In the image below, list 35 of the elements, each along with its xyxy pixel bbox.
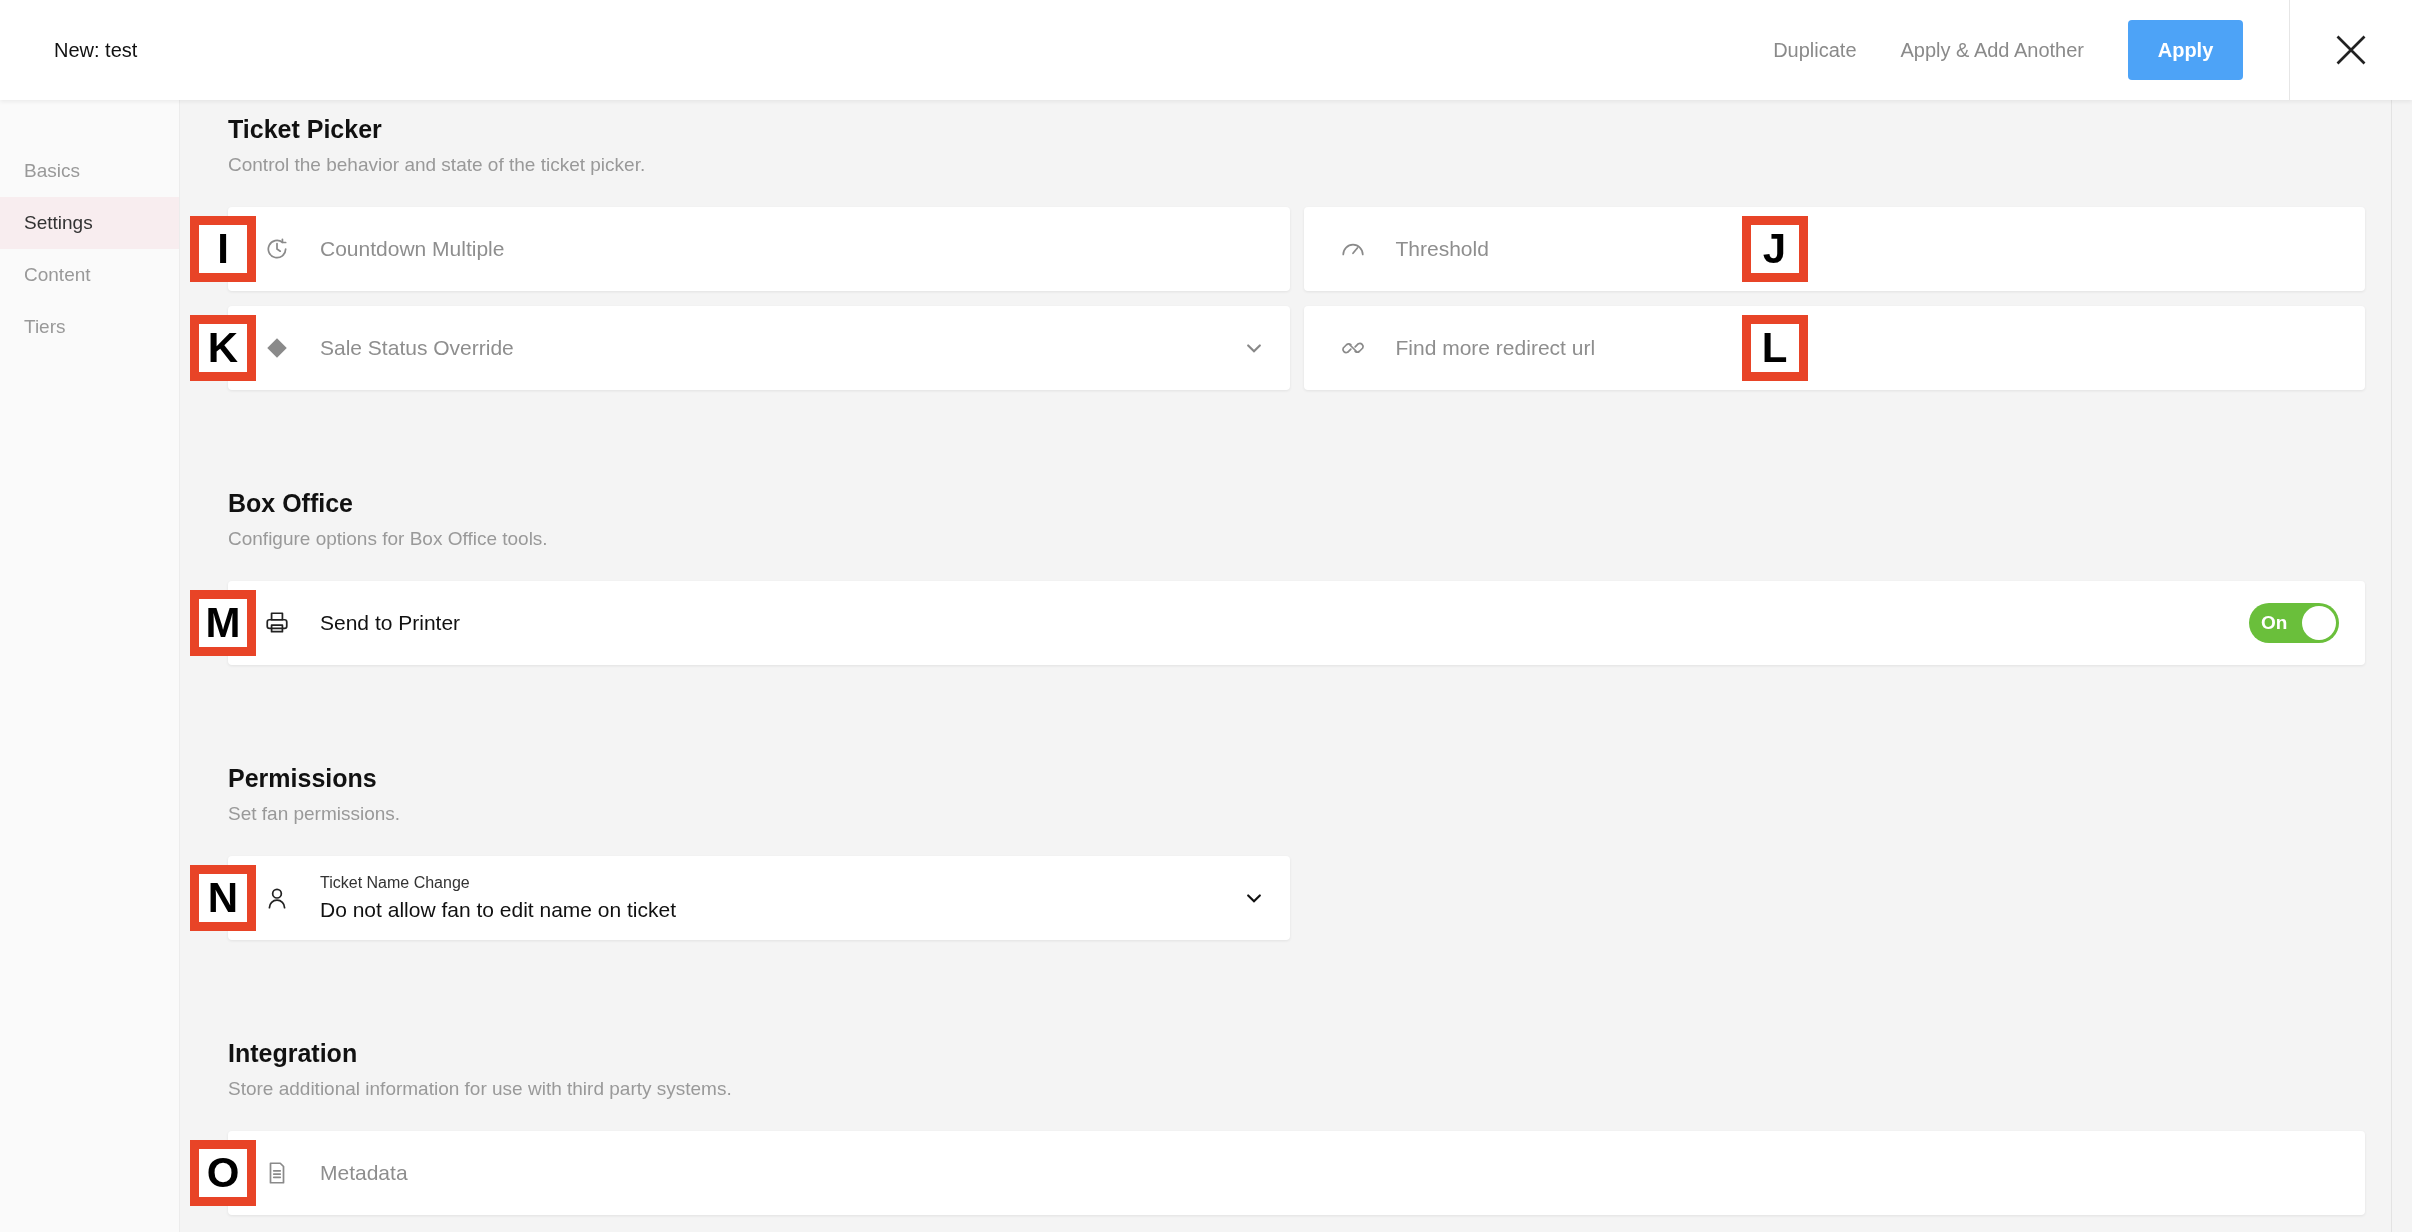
annotation-marker: O: [190, 1140, 256, 1206]
section-description: Set fan permissions.: [228, 803, 402, 825]
section-title: Permissions: [228, 763, 378, 793]
section-description: Control the behavior and state of the ticket picker.: [228, 154, 647, 176]
section-title: Ticket Picker: [228, 114, 383, 144]
annotation-marker: N: [190, 865, 256, 931]
annotation-marker: L: [1741, 315, 1808, 381]
toggle-switch[interactable]: On: [2249, 603, 2339, 643]
sidebar-item[interactable]: Content: [0, 249, 179, 301]
action-link[interactable]: Apply & Add Another: [1900, 38, 2084, 62]
annotation-marker: I: [190, 216, 256, 282]
select-placeholder: Sale Status Override: [320, 336, 514, 360]
field-placeholder: Metadata: [320, 1161, 408, 1185]
clock-icon: [264, 236, 290, 262]
sidebar-item[interactable]: Basics: [0, 145, 179, 197]
printer-icon: [264, 610, 290, 636]
section-title: Box Office: [228, 488, 355, 518]
annotation-marker: K: [190, 315, 256, 381]
field-label: Ticket Name Change: [320, 874, 471, 892]
sidebar-item[interactable]: Tiers: [0, 301, 179, 353]
section-description: Store additional information for use with third party systems.: [228, 1078, 733, 1100]
window-title: New: test: [53, 38, 139, 62]
sidebar-item[interactable]: Settings: [0, 197, 179, 249]
field-placeholder: Threshold: [1395, 237, 1489, 261]
field-placeholder: Find more redirect url: [1395, 336, 1596, 360]
field-placeholder: Countdown Multiple: [320, 237, 505, 261]
select-value: Do not allow fan to edit name on ticket: [320, 898, 677, 922]
toggle-label: Send to Printer: [320, 611, 461, 635]
section-title: Integration: [228, 1038, 359, 1068]
annotation-marker: M: [190, 590, 256, 656]
apply-button[interactable]: Apply: [2128, 20, 2243, 80]
section-description: Configure options for Box Office tools.: [228, 528, 549, 550]
input-field[interactable]: Countdown Multiple: [228, 207, 1290, 291]
annotation-marker: J: [1741, 216, 1808, 282]
action-link[interactable]: Duplicate: [1773, 38, 1857, 62]
